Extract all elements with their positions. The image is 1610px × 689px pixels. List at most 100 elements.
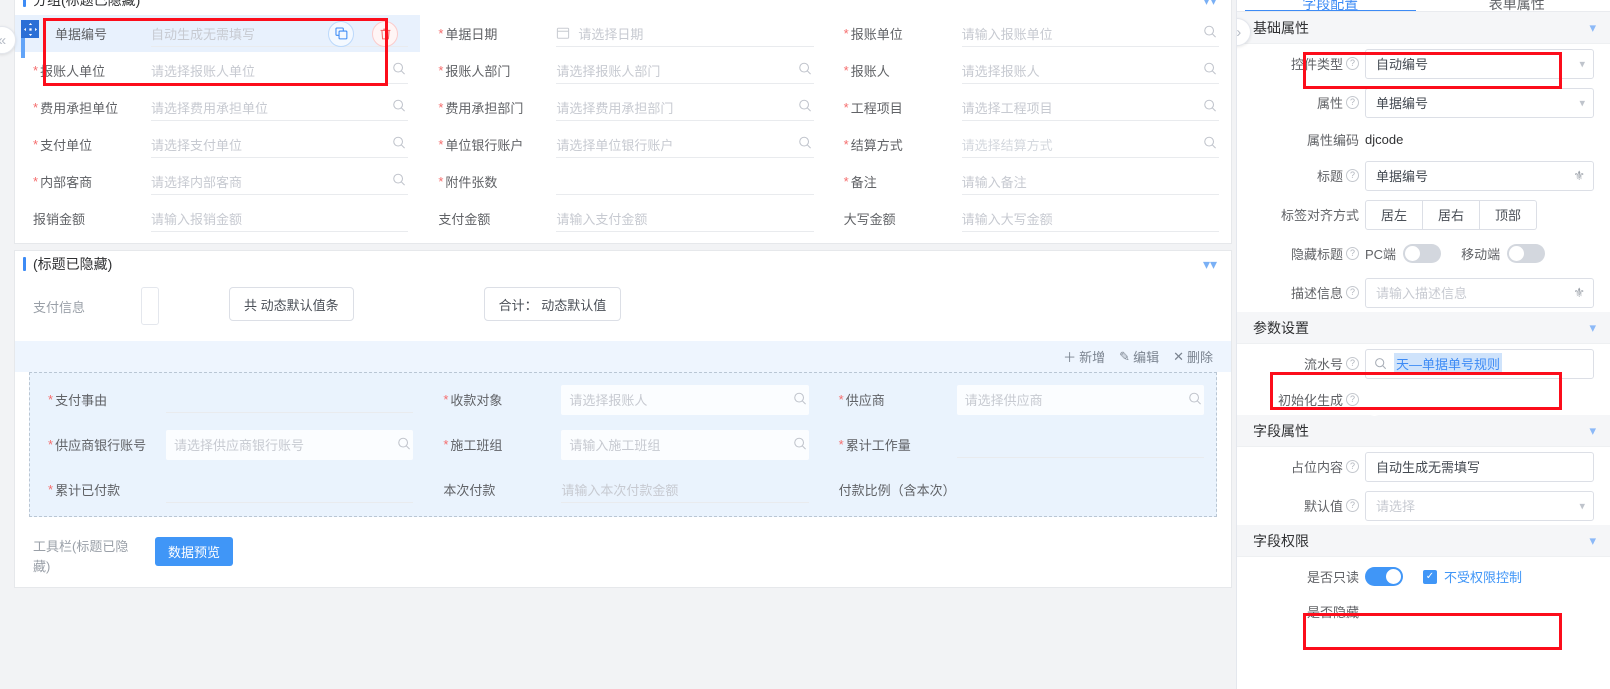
- chevron-down-icon[interactable]: ▾: [1589, 533, 1596, 549]
- align-left-option[interactable]: 居左: [1365, 199, 1424, 230]
- field-cell-ljgzl[interactable]: * 累计工作量: [821, 422, 1216, 467]
- control-type-select[interactable]: 自动编号 ▾: [1365, 48, 1594, 79]
- field-control[interactable]: 请输入报账单位: [961, 20, 1219, 47]
- serial-number-search[interactable]: 天—单据单号规则: [1365, 348, 1594, 379]
- label-align-segmented[interactable]: 居左 居右 顶部: [1365, 199, 1594, 230]
- search-icon[interactable]: [1203, 62, 1217, 79]
- field-cell-fyccdw[interactable]: * 费用承担单位 请选择费用承担单位: [15, 89, 420, 126]
- placeholder-input[interactable]: 自动生成无需填写: [1365, 451, 1594, 482]
- prop-control[interactable]: 居左 居右 顶部: [1365, 199, 1594, 230]
- field-cell-bzrdw[interactable]: * 报账人单位 请选择报账人单位: [15, 52, 420, 89]
- section-header-field-perms[interactable]: 字段权限 ▾: [1237, 525, 1610, 557]
- field-cell-skdx[interactable]: * 收款对象 请选择报账人: [425, 377, 820, 422]
- field-control[interactable]: 请选择支付单位: [151, 131, 409, 158]
- attribute-select[interactable]: 单据编号 ▾: [1365, 87, 1594, 118]
- field-cell-djcode[interactable]: 单据编号 自动生成无需填写: [15, 15, 421, 58]
- search-icon[interactable]: [798, 136, 812, 153]
- help-icon[interactable]: ?: [1346, 392, 1359, 406]
- search-icon[interactable]: [1188, 391, 1202, 408]
- prop-control[interactable]: 请选择 ▾: [1365, 490, 1594, 521]
- prop-control[interactable]: 单据编号 ▾: [1365, 87, 1594, 118]
- search-icon[interactable]: [392, 62, 406, 79]
- field-control[interactable]: 请输入备注: [961, 168, 1219, 195]
- field-control[interactable]: [166, 386, 414, 413]
- field-cell-zfdw[interactable]: * 支付单位 请选择支付单位: [15, 126, 420, 163]
- field-cell-bxje[interactable]: 报销金额 请输入报销金额: [15, 200, 420, 237]
- field-cell-bcfk[interactable]: 本次付款 请输入本次付款金额: [425, 467, 820, 512]
- field-cell-fjzs[interactable]: * 附件张数: [420, 163, 825, 200]
- prop-control[interactable]: 自动编号 ▾: [1365, 48, 1594, 79]
- field-control[interactable]: 请选择单位银行账户: [556, 131, 814, 158]
- readonly-toggle[interactable]: [1365, 567, 1403, 586]
- search-icon[interactable]: [392, 136, 406, 153]
- field-cell-zfje[interactable]: 支付金额 请输入支付金额: [420, 200, 825, 237]
- field-cell-nbks[interactable]: * 内部客商 请选择内部客商: [15, 163, 420, 200]
- help-icon[interactable]: ?: [1346, 247, 1359, 260]
- field-control[interactable]: 请选择内部客商: [151, 168, 409, 195]
- field-cell-zfsy[interactable]: * 支付事由: [30, 377, 425, 422]
- field-cell-bz[interactable]: * 备注 请输入备注: [826, 163, 1231, 200]
- delete-icon[interactable]: [372, 20, 399, 47]
- search-icon[interactable]: [798, 99, 812, 116]
- help-icon[interactable]: ?: [1346, 286, 1359, 299]
- hide-title-mobile-toggle[interactable]: [1507, 244, 1546, 263]
- field-control[interactable]: [956, 431, 1204, 458]
- field-control[interactable]: 自动生成无需填写: [151, 20, 409, 47]
- field-control[interactable]: [1009, 476, 1204, 503]
- field-control[interactable]: 请选择报账人: [561, 384, 809, 415]
- section-header-field-attrs[interactable]: 字段属性 ▾: [1237, 415, 1610, 447]
- hide-title-pc-toggle[interactable]: [1403, 244, 1442, 263]
- search-icon[interactable]: [1374, 357, 1387, 370]
- search-icon[interactable]: [397, 436, 411, 453]
- field-cell-gysyhzh[interactable]: * 供应商银行账号 请选择供应商银行账号: [30, 422, 425, 467]
- tab-field-config[interactable]: 字段配置: [1237, 0, 1424, 12]
- field-cell-bzr[interactable]: * 报账人 请选择报账人: [826, 52, 1231, 89]
- help-icon[interactable]: ?: [1346, 460, 1359, 473]
- help-icon[interactable]: ?: [1346, 499, 1359, 512]
- no-permission-control-checkbox[interactable]: ✓: [1423, 569, 1437, 584]
- field-cell-sgbz[interactable]: * 施工班组 请输入施工班组: [425, 422, 820, 467]
- drag-handle-icon[interactable]: [21, 20, 39, 38]
- field-cell-bzrbm[interactable]: * 报账人部门 请选择报账人部门: [420, 52, 825, 89]
- field-control[interactable]: 请选择费用承担单位: [151, 94, 409, 121]
- edit-button[interactable]: ✎ 编辑: [1119, 347, 1159, 366]
- search-icon[interactable]: [392, 99, 406, 116]
- field-control[interactable]: 请选择费用承担部门: [556, 94, 814, 121]
- field-control[interactable]: 请输入报销金额: [151, 205, 409, 232]
- search-icon[interactable]: [1203, 25, 1217, 42]
- field-cell-gys[interactable]: * 供应商 请选择供应商: [821, 377, 1216, 422]
- help-icon[interactable]: ?: [1346, 57, 1359, 70]
- description-input[interactable]: 请输入描述信息 ⚜: [1365, 277, 1594, 308]
- chevron-down-icon[interactable]: ▾: [1589, 320, 1596, 336]
- delete-button[interactable]: ✕ 删除: [1173, 347, 1213, 366]
- title-input[interactable]: 单据编号 ⚜: [1365, 160, 1594, 191]
- tab-form-properties[interactable]: 表单属性: [1424, 0, 1610, 12]
- data-preview-button[interactable]: 数据预览: [155, 537, 234, 566]
- search-icon[interactable]: [1203, 136, 1217, 153]
- field-control[interactable]: 请输入大写金额: [961, 205, 1219, 232]
- chevron-down-icon[interactable]: ▾▾: [1203, 0, 1217, 7]
- field-control[interactable]: 请输入本次付款金额: [561, 476, 809, 503]
- field-cell-dxje[interactable]: 大写金额 请输入大写金额: [826, 200, 1231, 237]
- field-cell-djdate[interactable]: * 单据日期 请选择日期: [420, 15, 825, 52]
- globe-icon[interactable]: ⚜: [1573, 168, 1585, 184]
- search-icon[interactable]: [793, 391, 807, 408]
- field-cell-ljyfk[interactable]: * 累计已付款: [30, 467, 425, 512]
- field-control[interactable]: [166, 476, 414, 503]
- field-cell-fkbl[interactable]: 付款比例（含本次）: [821, 467, 1216, 512]
- field-cell-bzdw[interactable]: * 报账单位 请输入报账单位: [826, 15, 1231, 52]
- field-cell-fyccbm[interactable]: * 费用承担部门 请选择费用承担部门: [420, 89, 825, 126]
- section-header-basic[interactable]: 基础属性 ▾: [1237, 12, 1610, 44]
- field-cell-gcxm[interactable]: * 工程项目 请选择工程项目: [826, 89, 1231, 126]
- field-control[interactable]: 请选择结算方式: [961, 131, 1219, 158]
- globe-icon[interactable]: ⚜: [1573, 285, 1585, 301]
- chevron-down-icon[interactable]: ▾: [1589, 423, 1596, 439]
- add-button[interactable]: ＋ 新增: [1063, 347, 1105, 366]
- field-control[interactable]: 请选择日期: [556, 20, 814, 47]
- chevron-down-icon[interactable]: ▾: [1589, 20, 1596, 36]
- field-control[interactable]: 请选择供应商: [956, 384, 1204, 415]
- help-icon[interactable]: ?: [1346, 96, 1359, 109]
- field-cell-dwyhzh[interactable]: * 单位银行账户 请选择单位银行账户: [420, 126, 825, 163]
- field-control[interactable]: 请选择供应商银行账号: [166, 429, 414, 460]
- field-cell-jsfs[interactable]: * 结算方式 请选择结算方式: [826, 126, 1231, 163]
